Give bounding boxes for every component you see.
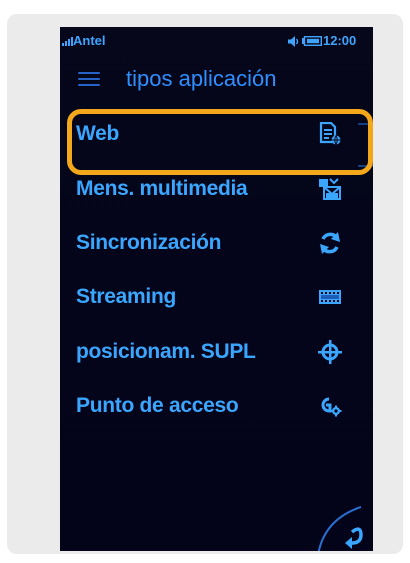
list-item-supl-positioning[interactable]: posicionam. SUPL	[60, 332, 373, 372]
back-button[interactable]	[315, 497, 373, 551]
list-item-multimedia-message[interactable]: Mens. multimedia	[60, 169, 373, 209]
list-item-sync[interactable]: Sincronización	[60, 223, 373, 263]
crosshair-icon	[318, 340, 342, 364]
list-item-label: Streaming	[76, 285, 176, 308]
list-item-label: Punto de acceso	[76, 394, 239, 417]
film-strip-icon	[318, 285, 342, 309]
list-item-label: Mens. multimedia	[76, 177, 248, 200]
signal-strength-icon	[62, 37, 73, 46]
volume-icon	[288, 36, 299, 47]
multimedia-message-icon	[318, 177, 342, 201]
list-item-label: Sincronización	[76, 231, 222, 254]
list-item-label: posicionam. SUPL	[76, 340, 256, 363]
list-item-streaming[interactable]: Streaming	[60, 277, 373, 317]
carrier-name: Antel	[73, 33, 106, 48]
list-item-access-point[interactable]: Punto de acceso	[60, 386, 373, 426]
page-title: tipos aplicación	[126, 66, 277, 91]
access-point-icon	[318, 394, 342, 418]
sync-icon	[318, 231, 342, 255]
menu-icon[interactable]	[78, 72, 100, 88]
clock: 12:00	[323, 33, 357, 48]
selection-highlight	[67, 109, 373, 175]
status-bar: Antel 12:00	[60, 27, 373, 49]
battery-icon	[302, 36, 322, 46]
phone-screen: Antel 12:00 tipos aplicación Web Mens. m…	[60, 27, 373, 551]
